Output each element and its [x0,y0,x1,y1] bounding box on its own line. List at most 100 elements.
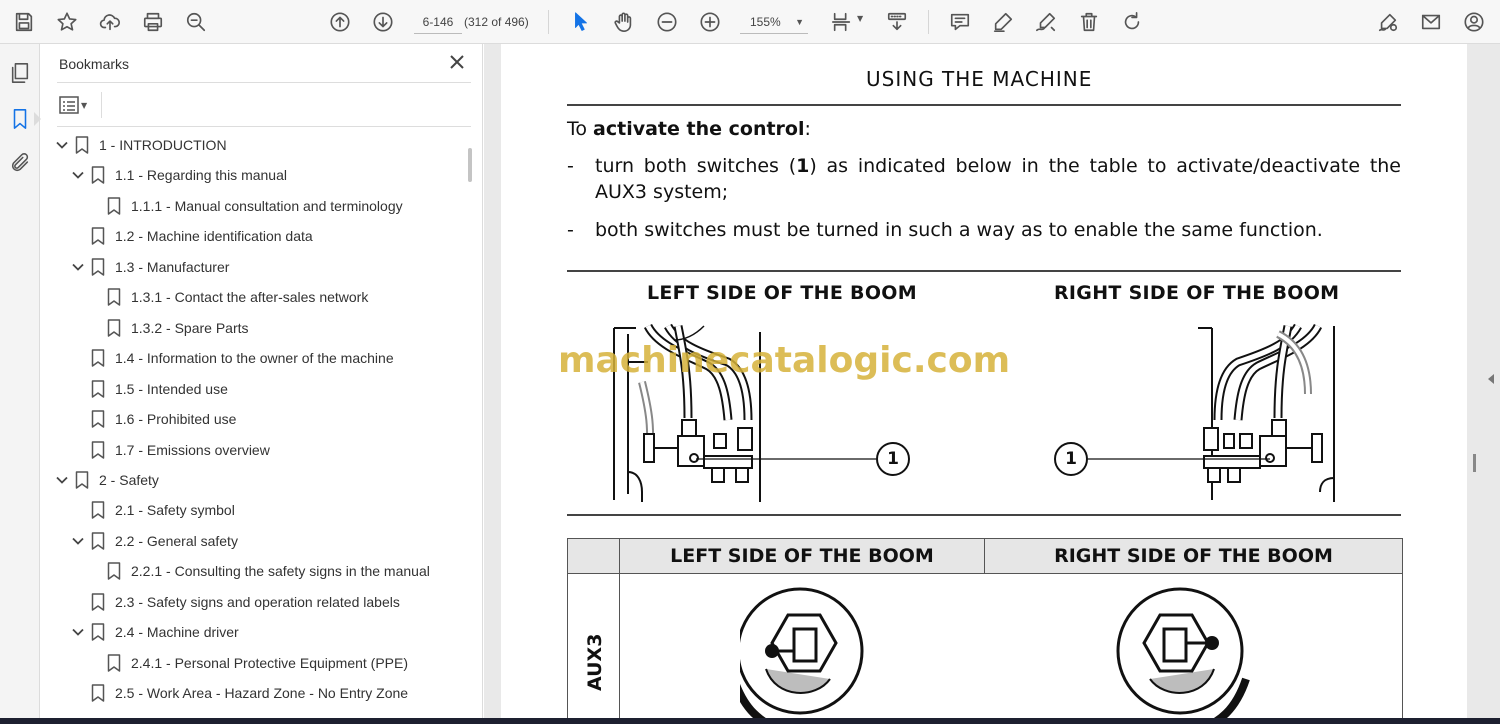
bullet-item: - both switches must be turned in such a… [567,217,1401,243]
bookmarks-icon[interactable] [9,108,31,130]
right-boom-illustration [1198,323,1335,502]
chevron-down-icon[interactable]: ▼ [857,14,863,23]
callout-badge: 1 [876,442,910,476]
bookmark-item[interactable]: 1.2 - Machine identification data [71,221,313,251]
bookmark-item[interactable]: 1 - INTRODUCTION [55,130,227,160]
expand-right-panel-icon[interactable] [1488,374,1494,384]
bookmark-options-button[interactable]: ▼ [59,94,93,116]
chevron-down-icon[interactable] [71,168,85,182]
bookmark-item[interactable]: 2.2.1 - Consulting the safety signs in t… [87,556,430,586]
table-header-right: RIGHT SIDE OF THE BOOM [1054,545,1333,567]
switch-symbol-left [740,587,864,724]
document-scrollbar-thumb[interactable] [1473,454,1476,472]
callout-leader-right [1088,458,1270,460]
switch-symbol-right [1116,587,1250,724]
bookmark-item[interactable]: 2.4.1 - Personal Protective Equipment (P… [87,648,408,678]
page-thumbnails-icon[interactable] [9,62,31,84]
bookmark-icon [107,288,121,306]
callout-leader-left [696,458,876,460]
zoom-level-dropdown[interactable]: 155% ▼ [740,10,808,34]
bookmark-icon [91,532,105,550]
heading-rule [567,104,1401,106]
comment-icon[interactable] [946,8,974,36]
bookmark-item[interactable]: 2.5 - Work Area - Hazard Zone - No Entry… [71,678,408,708]
bookmark-item[interactable]: 1.1.1 - Manual consultation and terminol… [87,191,403,221]
fill-and-sign-icon[interactable] [1374,8,1402,36]
bookmark-item[interactable]: 2.1 - Safety symbol [71,495,235,525]
bullet-text: both switches must be turned in such a w… [595,219,1323,241]
figure-left-label: LEFT SIDE OF THE BOOM [647,282,917,304]
cloud-upload-icon[interactable] [96,8,124,36]
close-icon[interactable] [447,52,467,72]
zoom-out-icon[interactable] [653,8,681,36]
bookmark-label: 1.6 - Prohibited use [115,411,237,428]
chevron-down-icon: ▼ [795,17,804,27]
hand-tool-icon[interactable] [610,8,638,36]
highlight-pen-icon[interactable] [989,8,1017,36]
switch-table: LEFT SIDE OF THE BOOM RIGHT SIDE OF THE … [567,538,1403,724]
attachments-icon[interactable] [9,152,31,174]
bookmark-label: 1.3.1 - Contact the after-sales network [131,289,369,306]
bookmark-label: 2.2.1 - Consulting the safety signs in t… [131,563,430,580]
star-icon[interactable] [53,8,81,36]
bookmark-item[interactable]: 1.4 - Information to the owner of the ma… [71,343,394,373]
page-number-input[interactable]: 6-146 [414,10,462,34]
intro-colon: : [804,118,811,140]
bookmark-icon [91,684,105,702]
bookmark-item[interactable]: 1.6 - Prohibited use [71,404,236,434]
divider [57,126,471,127]
bookmark-item[interactable]: 1.3.2 - Spare Parts [87,313,249,343]
bookmark-item[interactable]: 1.3.1 - Contact the after-sales network [87,282,368,312]
scroll-mode-icon[interactable] [883,8,911,36]
chevron-down-icon[interactable] [71,260,85,274]
bookmark-icon [91,166,105,185]
find-zoom-icon[interactable] [182,8,210,36]
bookmark-label: 2.1 - Safety symbol [115,502,235,519]
page-heading: USING THE MACHINE [866,67,1093,91]
bookmark-label: 2.4.1 - Personal Protective Equipment (P… [131,654,409,671]
chevron-down-icon[interactable] [55,138,69,152]
bookmark-item[interactable]: 1.7 - Emissions overview [71,435,270,465]
draw-freehand-icon[interactable] [1032,8,1060,36]
bullet-dash: - [567,155,574,177]
bookmark-icon [91,349,105,367]
panel-scrollbar-thumb[interactable] [468,148,472,182]
bookmark-icon [91,379,105,398]
taskbar-strip [0,718,1500,724]
bookmark-icon [91,593,105,611]
page-display-icon[interactable] [828,8,856,36]
bookmark-item[interactable]: 2.4 - Machine driver [71,617,239,647]
toolbar-divider [548,10,549,34]
bookmark-item[interactable]: 1.3 - Manufacturer [71,252,229,282]
bookmark-item[interactable]: 2 - Safety [55,465,159,495]
select-cursor-icon[interactable] [567,8,595,36]
chevron-down-icon[interactable] [71,625,85,639]
zoom-in-icon[interactable] [696,8,724,36]
chevron-down-icon[interactable] [55,473,69,487]
account-icon[interactable] [1460,8,1488,36]
bookmark-icon [91,227,105,246]
divider [101,92,102,118]
email-icon[interactable] [1417,8,1445,36]
bookmark-item[interactable]: 2.3 - Safety signs and operation related… [71,587,400,617]
chevron-down-icon[interactable] [71,534,85,548]
next-page-icon[interactable] [369,8,397,36]
bookmark-item[interactable]: 1.1 - Regarding this manual [71,160,287,190]
bookmark-item[interactable]: 2.2 - General safety [71,526,238,556]
main-toolbar: 6-146 (312 of 496) 155% ▼ ▼ [0,0,1500,44]
previous-page-icon[interactable] [326,8,354,36]
save-icon[interactable] [10,8,38,36]
delete-icon[interactable] [1075,8,1103,36]
print-icon[interactable] [139,8,167,36]
intro-bold-text: activate the control [593,118,805,140]
callout-badge: 1 [1054,442,1088,476]
bookmark-item[interactable]: 1.5 - Intended use [71,374,228,404]
redo-icon[interactable] [1118,8,1146,36]
